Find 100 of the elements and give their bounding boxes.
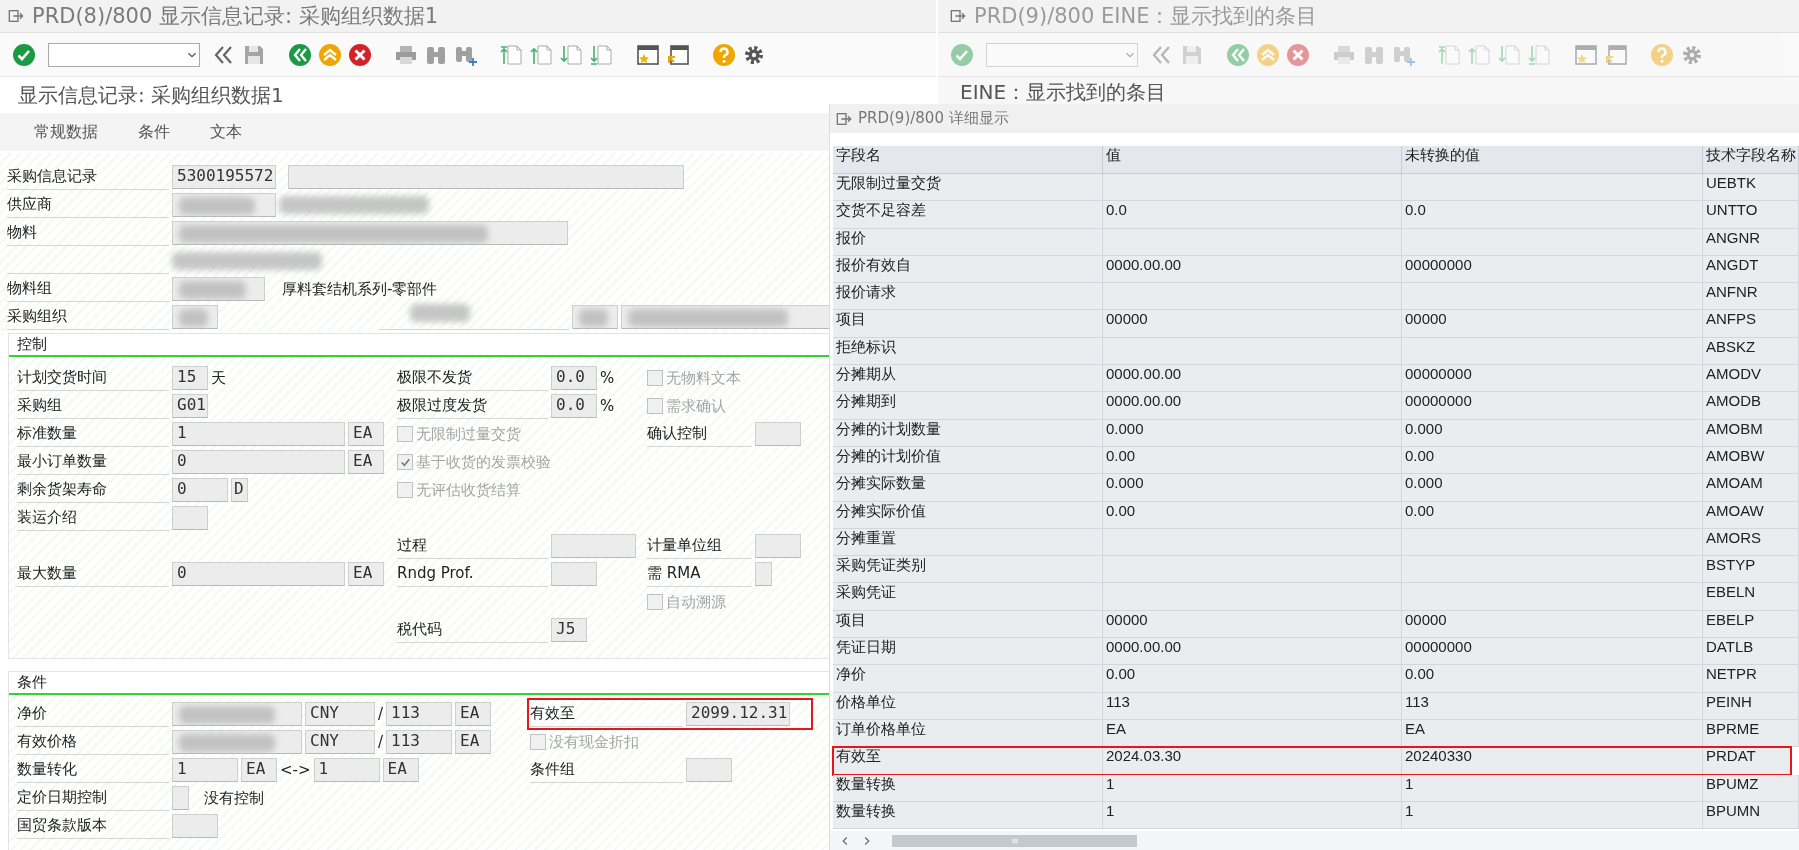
input-field[interactable] — [172, 193, 276, 217]
input-field[interactable] — [755, 422, 801, 446]
table-cell: 0000.00.00 — [1103, 638, 1402, 666]
input-field[interactable]: 15 — [172, 366, 208, 390]
field-label: 计量单位组 — [647, 533, 752, 559]
input-field[interactable]: 0 — [172, 478, 228, 502]
cancel-icon[interactable] — [348, 42, 372, 67]
input-field[interactable]: 0 — [172, 562, 345, 586]
input-field[interactable] — [172, 786, 189, 810]
table-cell: EA — [1103, 719, 1402, 748]
table-cell: 报价请求 — [833, 283, 1103, 311]
table-cell: EBELP — [1703, 610, 1799, 639]
input-field[interactable] — [172, 305, 218, 329]
input-field[interactable]: 5300195572 — [172, 165, 276, 189]
input-field[interactable]: 113 — [386, 730, 453, 754]
tab[interactable]: 文本 — [190, 117, 262, 147]
field-label: 供应商 — [7, 192, 169, 218]
input-field[interactable] — [755, 562, 772, 586]
field-label: 条件组 — [530, 757, 683, 783]
back-icon[interactable] — [288, 42, 312, 67]
input-field[interactable] — [172, 277, 265, 301]
input-field[interactable]: D — [231, 478, 248, 502]
input-field[interactable]: 113 — [386, 702, 453, 726]
input-field[interactable] — [551, 562, 597, 586]
input-field[interactable] — [551, 534, 636, 558]
up-icon[interactable] — [318, 42, 342, 67]
input-field[interactable]: 1 — [172, 758, 238, 782]
table-cell: 无限制过量交货 — [833, 174, 1103, 202]
table-cell: 价格单位 — [833, 692, 1103, 720]
input-field[interactable] — [288, 165, 684, 189]
input-field[interactable]: 1 — [172, 422, 345, 446]
field-label: 有效价格 — [17, 729, 169, 755]
input-field[interactable]: CNY — [305, 702, 375, 726]
input-field[interactable] — [172, 221, 568, 245]
table-cell: ANFPS — [1703, 310, 1799, 338]
column-header[interactable]: 技术字段名称 — [1703, 146, 1799, 174]
table-cell: 采购凭证类别 — [833, 556, 1103, 584]
table-cell: AMOBM — [1703, 419, 1799, 447]
table-cell: 1 — [1103, 801, 1402, 830]
field-text: <-> — [280, 761, 311, 779]
menu-icon[interactable] — [836, 110, 852, 127]
field-label: 数量转化 — [17, 757, 169, 783]
input-field[interactable] — [755, 534, 801, 558]
field-text: 天 — [211, 368, 226, 388]
table-cell: NETPR — [1703, 665, 1799, 693]
menu-icon[interactable] — [8, 8, 24, 24]
checkmark-icon[interactable] — [12, 42, 36, 67]
input-field[interactable]: EA — [455, 730, 492, 754]
input-field[interactable]: J5 — [551, 618, 587, 642]
input-field[interactable] — [172, 702, 302, 726]
table-cell: BPUMZ — [1703, 774, 1799, 802]
input-field[interactable]: EA — [348, 450, 384, 474]
input-field[interactable]: EA — [348, 562, 384, 586]
input-field[interactable] — [172, 730, 302, 754]
table-cell: 项目 — [833, 610, 1103, 639]
input-field[interactable]: 2099.12.31 — [686, 702, 790, 726]
field-text: 没有控制 — [204, 788, 264, 808]
help-icon[interactable] — [712, 42, 736, 67]
input-field[interactable] — [172, 506, 208, 530]
input-field[interactable]: G01 — [172, 394, 208, 418]
field-label: 确认控制 — [647, 421, 752, 447]
window-arrow-icon[interactable] — [666, 42, 690, 67]
table-cell: 00000000 — [1402, 255, 1703, 284]
table-cell: 0.0 — [1103, 201, 1402, 229]
input-field[interactable] — [686, 758, 732, 782]
field-label: 税代码 — [397, 617, 548, 643]
column-header[interactable]: 值 — [1103, 146, 1402, 174]
table-cell: 分摊期到 — [833, 392, 1103, 420]
input-field[interactable]: EA — [241, 758, 277, 782]
table-cell: 00000 — [1402, 310, 1703, 338]
input-field[interactable]: EA — [382, 758, 419, 782]
menu-icon[interactable] — [950, 8, 966, 24]
column-header[interactable]: 字段名 — [833, 146, 1103, 174]
input-field[interactable]: EA — [455, 702, 492, 726]
column-header[interactable]: 未转换的值 — [1402, 146, 1703, 174]
input-field[interactable]: 1 — [313, 758, 380, 782]
input-field[interactable] — [572, 305, 618, 329]
field-text: % — [600, 369, 615, 387]
tab[interactable]: 条件 — [118, 117, 190, 147]
table-cell: UEBTK — [1703, 174, 1799, 202]
checkbox-label: 需求确认 — [666, 396, 726, 416]
input-field[interactable] — [621, 305, 831, 329]
input-field[interactable] — [172, 814, 218, 838]
table-cell: 数量转换 — [833, 801, 1103, 830]
page-down-icon[interactable] — [560, 42, 584, 67]
table-cell: DATLB — [1703, 638, 1799, 666]
page-up-icon[interactable] — [530, 42, 554, 67]
command-field[interactable] — [48, 42, 200, 67]
section-title: 条件 — [17, 673, 47, 691]
table-cell: 0.00 — [1402, 446, 1703, 475]
input-field[interactable]: 0 — [172, 450, 345, 474]
input-field[interactable]: 0.0 — [551, 366, 597, 390]
input-field[interactable]: 0.0 — [551, 394, 597, 418]
input-field[interactable]: EA — [348, 422, 384, 446]
page-first-icon[interactable] — [500, 42, 524, 67]
input-field[interactable]: CNY — [305, 730, 375, 754]
scrollbar-thumb[interactable] — [892, 834, 1137, 847]
tab[interactable]: 常规数据 — [14, 117, 118, 147]
page-last-icon[interactable] — [590, 42, 614, 67]
table-cell: 0000.00.00 — [1103, 392, 1402, 420]
